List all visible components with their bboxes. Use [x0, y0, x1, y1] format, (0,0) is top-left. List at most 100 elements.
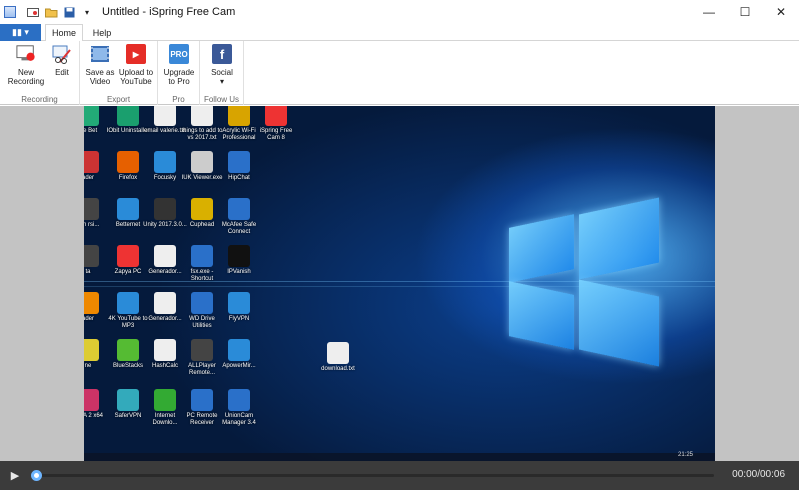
desktop-icon-image	[327, 342, 349, 364]
desktop-icon-label: ne	[84, 363, 92, 369]
maximize-icon[interactable]: ☐	[727, 0, 763, 24]
ribbon: New Recording Edit Recording Save as Vid…	[0, 41, 799, 105]
player-controls: ▶ 00:00/00:06	[0, 461, 799, 490]
desktop-icon-image	[191, 339, 213, 361]
play-icon[interactable]: ▶	[9, 469, 21, 482]
desktop-icon-image	[154, 389, 176, 411]
desktop-icon-image	[84, 389, 99, 411]
desktop-icon-label: IPVanish	[227, 269, 251, 275]
desktop-icon[interactable]: UnionCam Manager 3.4	[217, 389, 261, 427]
desktop-icon-image	[117, 151, 139, 173]
new-recording-button[interactable]: New Recording	[6, 44, 46, 86]
menu-icon: ▮▮ ▾	[12, 27, 29, 37]
desktop-icon-image	[191, 106, 213, 126]
desktop-icon-image	[228, 245, 250, 267]
desktop-icon-label: ader	[84, 316, 94, 322]
desktop-icon-label: Generador...	[148, 316, 182, 322]
tab-home[interactable]: Home	[45, 24, 83, 42]
desktop-icon-label: iSpring Free Cam 8	[259, 128, 293, 141]
desktop-icon-image	[154, 151, 176, 173]
desktop-icon-image	[117, 389, 139, 411]
app-icon	[4, 6, 16, 18]
desktop-icon-image	[84, 198, 99, 220]
camera-icon[interactable]	[26, 5, 40, 19]
youtube-icon: ▶	[126, 44, 146, 64]
folder-open-icon[interactable]	[44, 5, 58, 19]
button-label: Social	[211, 68, 233, 77]
desktop-icon-label: McAfee Safe Connect	[221, 222, 257, 235]
desktop-icon[interactable]: FlyVPN	[217, 292, 261, 323]
desktop-icon-image	[117, 198, 139, 220]
desktop-icon-label: Cuphead	[189, 222, 215, 228]
desktop-icon-label: can rsi...	[84, 222, 100, 228]
desktop-icon-image	[84, 245, 99, 267]
desktop-icon-image	[191, 389, 213, 411]
desktop-icon[interactable]: McAfee Safe Connect	[217, 198, 261, 236]
desktop-icon-image	[117, 292, 139, 314]
desktop-icon-label: IDEA 2 x64	[84, 413, 104, 419]
desktop-icon-label: download.txt	[321, 366, 355, 372]
upgrade-pro-button[interactable]: PRO Upgrade to Pro	[159, 44, 199, 86]
group-label: Export	[106, 95, 131, 104]
desktop-icon[interactable]: HipChat	[217, 151, 261, 182]
title-bar: ▾ Untitled - iSpring Free Cam — ☐ ✕	[0, 0, 799, 24]
light-beam	[84, 286, 715, 287]
desktop-icon[interactable]: download.txt	[316, 342, 360, 373]
desktop-icon-label: ike Bet	[84, 128, 98, 134]
desktop-icon-image	[265, 106, 287, 126]
desktop-icon-label: Zapya PC	[114, 269, 142, 275]
tab-label: Home	[51, 28, 76, 38]
ribbon-group-export: Save as Video ▶ Upload to YouTube Export	[80, 41, 158, 105]
desktop-icon-image	[84, 106, 99, 126]
seek-thumb[interactable]	[31, 470, 42, 481]
seek-bar[interactable]	[31, 470, 714, 481]
desktop-icon-label: Firefox	[118, 175, 138, 181]
dropdown-icon[interactable]: ▾	[80, 5, 94, 19]
desktop-icon-image	[117, 339, 139, 361]
button-label: New Recording	[7, 68, 45, 86]
desktop-icon-label: HashCalc	[151, 363, 178, 369]
ribbon-group-follow-us: f Social ▾ Follow Us	[200, 41, 244, 105]
close-icon[interactable]: ✕	[763, 0, 799, 24]
upload-youtube-button[interactable]: ▶ Upload to YouTube	[114, 44, 158, 86]
desktop-icon-label: ta	[85, 269, 91, 275]
desktop-icon-label: ader	[84, 175, 94, 181]
desktop-icon[interactable]: IPVanish	[217, 245, 261, 276]
button-label: Save as Video	[85, 68, 115, 86]
minimize-icon[interactable]: —	[691, 0, 727, 24]
social-button[interactable]: f Social ▾	[202, 44, 242, 86]
group-label: Pro	[172, 95, 185, 104]
video-icon	[90, 44, 110, 64]
button-label: Edit	[55, 68, 69, 77]
ribbon-group-recording: New Recording Edit Recording	[0, 41, 80, 105]
file-menu-button[interactable]: ▮▮ ▾	[0, 24, 41, 41]
time-readout: 00:00/00:06	[732, 469, 785, 480]
desktop-icon-label: Betternet	[115, 222, 141, 228]
desktop-icon-label: FlyVPN	[228, 316, 250, 322]
new-recording-icon	[16, 44, 36, 64]
save-icon[interactable]	[62, 5, 76, 19]
edit-button[interactable]: Edit	[42, 44, 82, 77]
desktop-icon-image	[191, 292, 213, 314]
desktop-icon-image	[154, 106, 176, 126]
light-beam	[84, 281, 715, 282]
desktop-icon-image	[117, 245, 139, 267]
desktop-icon-label: SaferVPN	[114, 413, 142, 419]
desktop-icon-label: BlueStacks	[112, 363, 143, 369]
desktop-icon-image	[154, 245, 176, 267]
tab-help[interactable]: Help	[85, 24, 119, 41]
desktop-icon-image	[228, 292, 250, 314]
preview-area: ike BetIObit Uninstalleremail valerie.tx…	[0, 106, 799, 461]
pro-icon: PRO	[169, 44, 189, 64]
desktop-icon-image	[84, 151, 99, 173]
ribbon-tab-row: ▮▮ ▾ Home Help	[0, 24, 799, 42]
desktop-icon-image	[228, 339, 250, 361]
taskbar: 21:25	[84, 452, 715, 461]
desktop-icon-label: UnionCam Manager 3.4	[222, 413, 256, 426]
desktop-icon-image	[228, 106, 250, 126]
desktop-icon[interactable]: ApowerMir...	[217, 339, 261, 370]
window-controls: — ☐ ✕	[691, 0, 799, 24]
desktop-icon[interactable]: iSpring Free Cam 8	[254, 106, 298, 142]
desktop-icon-image	[228, 389, 250, 411]
desktop-icon-image	[228, 198, 250, 220]
